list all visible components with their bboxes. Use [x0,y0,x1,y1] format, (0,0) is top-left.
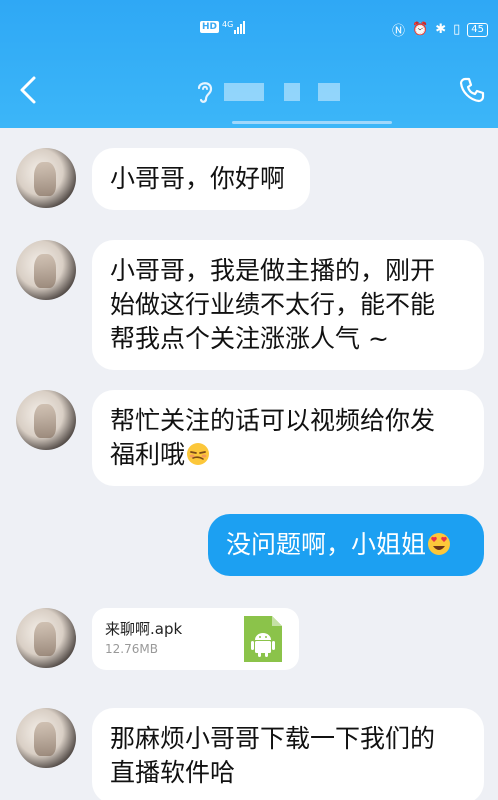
hd-badge: HD [200,21,220,33]
network-label: 4G [222,20,234,29]
phone-icon[interactable] [458,76,486,104]
message-text: 小哥哥，我是做主播的，刚开 [110,256,436,285]
heart-eyes-emoji [428,533,451,555]
contact-name-redacted [318,83,340,101]
battery-icon: 45 [467,22,488,37]
file-name: 来聊啊.apk [105,620,183,638]
contact-name-redacted [284,83,300,101]
nfc-icon: Ⓝ [392,24,406,39]
message-text: 没问题啊，小姐姐 [226,530,427,559]
alarm-icon: ⏰ [412,22,429,37]
message-text: 那麻烦小哥哥下载一下我们的 [110,724,436,753]
message-text: 帮我点个关注涨涨人气 ~ [110,324,389,353]
signal-icon [234,21,245,34]
message-text: 帮忙关注的话可以视频给你发 [110,406,436,435]
ear-icon[interactable] [194,78,216,104]
chat-header: HD 4G Ⓝ ⏰ ✱ ▯ 45 [0,0,498,128]
contact-avatar[interactable] [16,240,76,300]
file-size: 12.76MB [105,642,158,656]
message-bubble[interactable]: 小哥哥，我是做主播的，刚开 始做这行业绩不太行，能不能 帮我点个关注涨涨人气 ~ [92,240,484,370]
android-apk-icon [244,616,282,662]
message-bubble[interactable]: 那麻烦小哥哥下载一下我们的 直播软件哈 [92,708,484,800]
bluetooth-icon: ✱ [435,22,447,37]
contact-avatar[interactable] [16,390,76,450]
my-message-bubble[interactable]: 没问题啊，小姐姐 [208,514,484,576]
status-bar: HD 4G Ⓝ ⏰ ✱ ▯ 45 [0,20,498,42]
message-text: 福利哦 [110,440,186,469]
message-text: 小哥哥，你好啊 [110,164,286,193]
status-right: Ⓝ ⏰ ✱ ▯ 45 [392,20,488,39]
message-bubble[interactable]: 帮忙关注的话可以视频给你发 福利哦 [92,390,484,486]
contact-avatar[interactable] [16,608,76,668]
nav-bar [0,64,498,118]
file-attachment[interactable]: 来聊啊.apk 12.76MB [92,608,299,670]
header-divider [232,121,392,124]
contact-name-redacted [224,83,264,101]
message-text: 直播软件哈 [110,758,236,787]
vibrate-icon: ▯ [453,22,461,37]
contact-avatar[interactable] [16,708,76,768]
smug-face-emoji [187,443,210,465]
chevron-left-icon[interactable] [14,70,42,110]
message-text: 始做这行业绩不太行，能不能 [110,290,436,319]
message-bubble[interactable]: 小哥哥，你好啊 [92,148,310,210]
contact-avatar[interactable] [16,148,76,208]
